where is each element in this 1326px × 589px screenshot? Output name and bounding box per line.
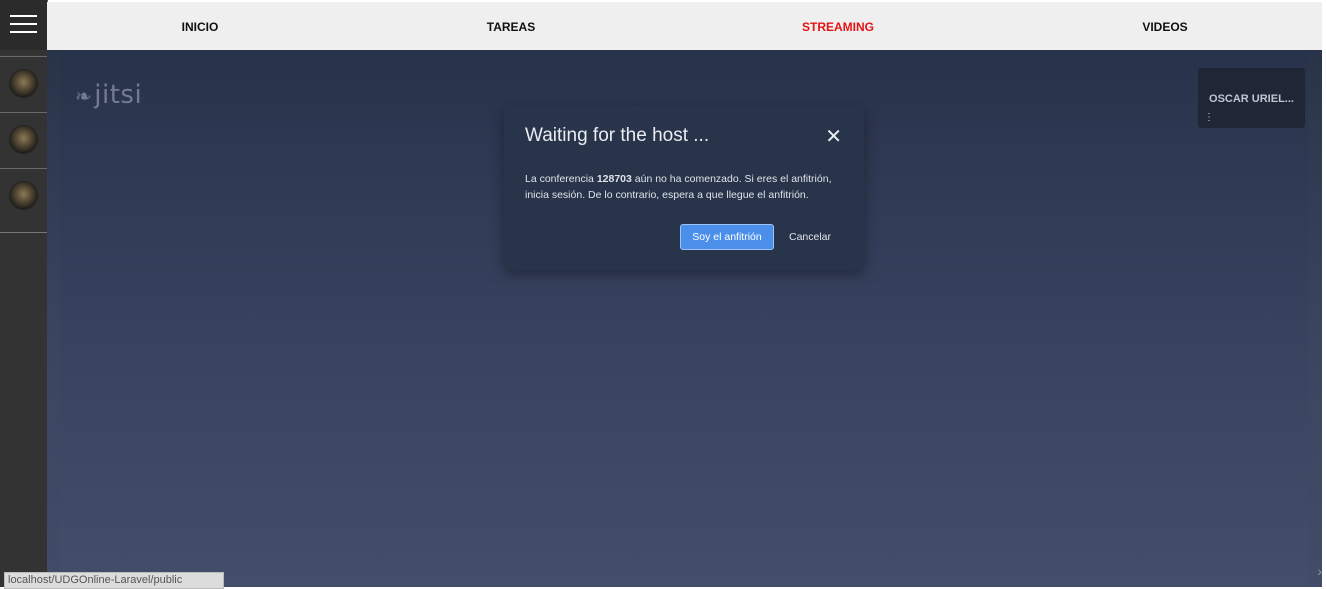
hamburger-menu-button[interactable] <box>0 0 47 50</box>
dialog-message: La conferencia 128703 aún no ha comenzad… <box>525 172 850 203</box>
nav-streaming[interactable]: STREAMING <box>778 2 898 50</box>
avatar-icon <box>10 126 37 153</box>
jitsi-mark-icon: ❧ <box>75 84 93 108</box>
jitsi-logo: ❧jitsi <box>75 80 142 110</box>
nav-tareas[interactable]: TAREAS <box>451 2 571 50</box>
participant-name: OSCAR URIEL... <box>1209 93 1294 105</box>
conference-id: 128703 <box>596 173 632 185</box>
sidebar-item-3[interactable] <box>0 168 47 224</box>
waiting-for-host-dialog: Waiting for the host ... ✕ La conferenci… <box>504 106 864 270</box>
sidebar-item-2[interactable] <box>0 112 47 168</box>
hamburger-icon-line <box>10 31 37 33</box>
jitsi-logo-text: jitsi <box>94 80 143 110</box>
avatar-icon <box>10 70 37 97</box>
nav-inicio[interactable]: INICIO <box>140 2 260 50</box>
cancel-button[interactable]: Cancelar <box>782 224 838 250</box>
top-nav: INICIO TAREAS STREAMING VIDEOS <box>47 2 1322 50</box>
sidebar <box>0 0 48 587</box>
status-bar-url: localhost/UDGOnline-Laravel/public <box>4 572 224 589</box>
participant-thumbnail[interactable]: OSCAR URIEL... ⋮ <box>1198 68 1305 128</box>
sidebar-item-1[interactable] <box>0 56 47 112</box>
sidebar-divider <box>0 232 47 233</box>
more-vertical-icon[interactable]: ⋮ <box>1204 113 1214 123</box>
hamburger-icon-line <box>10 23 37 25</box>
chevron-right-icon[interactable]: › <box>1317 563 1322 579</box>
close-icon[interactable]: ✕ <box>825 126 842 148</box>
dialog-title: Waiting for the host ... <box>525 125 710 146</box>
hamburger-icon-line <box>10 15 37 17</box>
dialog-message-prefix: La conferencia <box>525 173 597 185</box>
nav-videos[interactable]: VIDEOS <box>1105 2 1225 50</box>
avatar-icon <box>10 182 37 209</box>
i-am-host-button[interactable]: Soy el anfitrión <box>680 224 774 250</box>
